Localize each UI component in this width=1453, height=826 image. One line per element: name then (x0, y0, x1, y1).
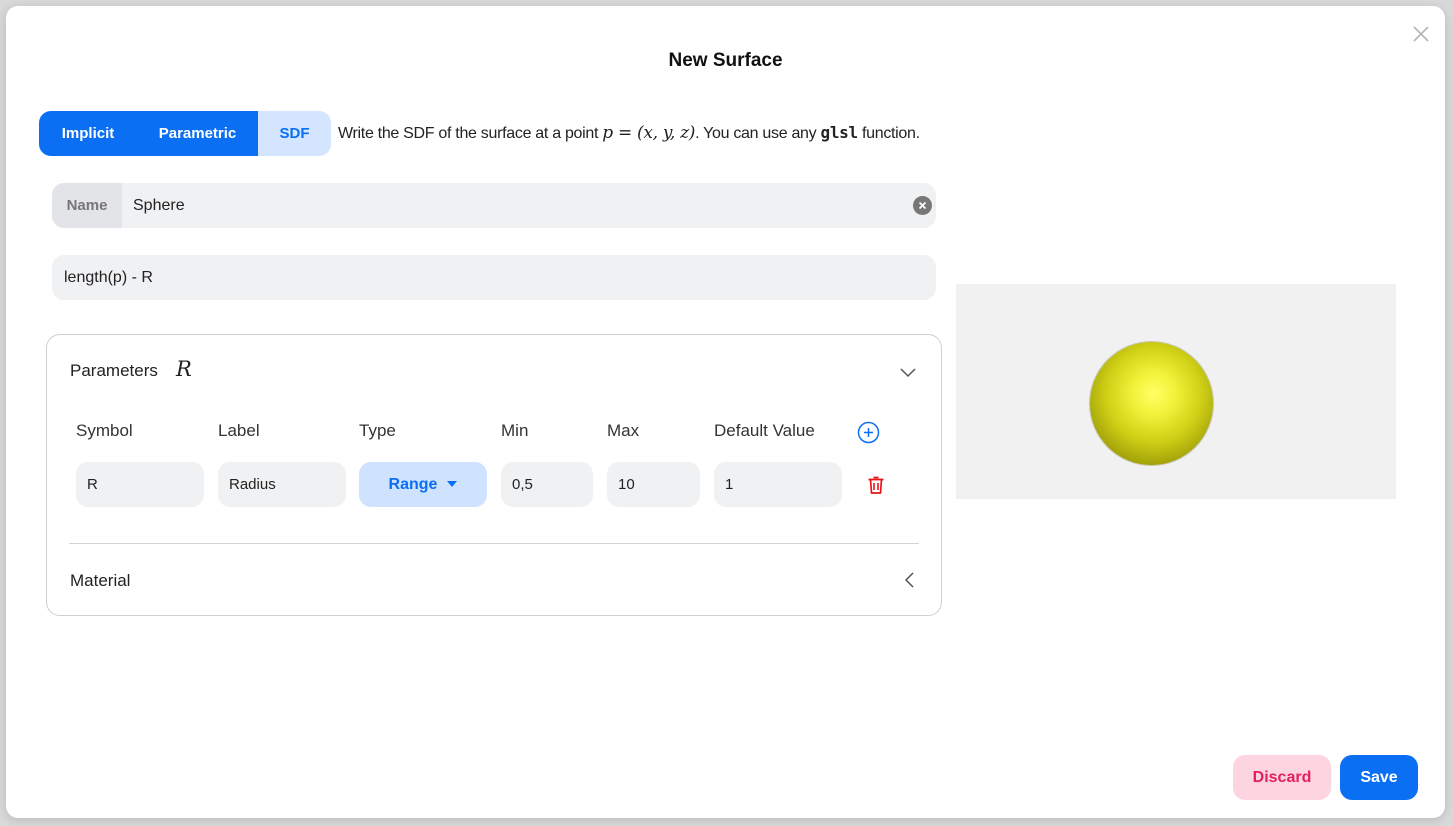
param-label-input[interactable]: Radius (218, 462, 346, 507)
chevron-down-icon[interactable] (900, 365, 916, 383)
sdf-hint: Write the SDF of the surface at a point … (338, 123, 920, 143)
hint-middle: . You can use any (695, 125, 821, 142)
column-label: Label (218, 421, 260, 440)
clear-icon[interactable] (913, 196, 932, 215)
parameters-symbols-summary: R (176, 357, 192, 381)
modal-title: New Surface (668, 50, 783, 71)
divider (69, 543, 919, 544)
param-default-input[interactable]: 1 (714, 462, 842, 507)
param-min-input[interactable]: 0,5 (501, 462, 593, 507)
parameters-header[interactable]: Parameters (70, 361, 158, 381)
sdf-expression-input[interactable]: length(p) - R (52, 255, 936, 300)
caret-down-icon (447, 480, 458, 487)
chevron-left-icon[interactable] (904, 572, 914, 593)
add-parameter-icon[interactable] (857, 421, 880, 449)
name-input[interactable]: Sphere (133, 197, 936, 215)
discard-button[interactable]: Discard (1233, 755, 1331, 800)
hint-suffix: function. (857, 125, 920, 142)
hint-math: p = (x, y, z) (602, 123, 696, 143)
column-type: Type (359, 421, 396, 440)
sphere-render (1090, 342, 1213, 465)
param-symbol-input[interactable]: R (76, 462, 204, 507)
surface-preview[interactable] (956, 284, 1396, 499)
save-button[interactable]: Save (1340, 755, 1418, 800)
param-type-dropdown[interactable]: Range (359, 462, 487, 507)
close-icon[interactable] (1411, 24, 1431, 44)
tab-implicit[interactable]: Implicit (39, 111, 137, 156)
tab-parametric[interactable]: Parametric (137, 111, 258, 156)
column-symbol: Symbol (76, 421, 133, 440)
column-default-value: Default Value (714, 421, 815, 440)
param-type-label: Range (388, 475, 438, 493)
new-surface-modal: New Surface Implicit Parametric SDF Writ… (6, 6, 1445, 818)
column-max: Max (607, 421, 640, 440)
param-max-input[interactable]: 10 (607, 462, 700, 507)
name-field-label: Name (52, 183, 122, 228)
hint-prefix: Write the SDF of the surface at a point (338, 125, 603, 142)
name-field[interactable]: Name Sphere (52, 183, 936, 228)
column-min: Min (501, 421, 529, 440)
tab-sdf[interactable]: SDF (258, 111, 331, 156)
trash-icon[interactable] (867, 475, 885, 500)
settings-panel: Parameters R Symbol Label Type Min Max D… (46, 334, 942, 616)
hint-code: glsl (820, 123, 858, 142)
mode-tabs: Implicit Parametric SDF (39, 111, 331, 156)
material-header[interactable]: Material (70, 571, 130, 591)
